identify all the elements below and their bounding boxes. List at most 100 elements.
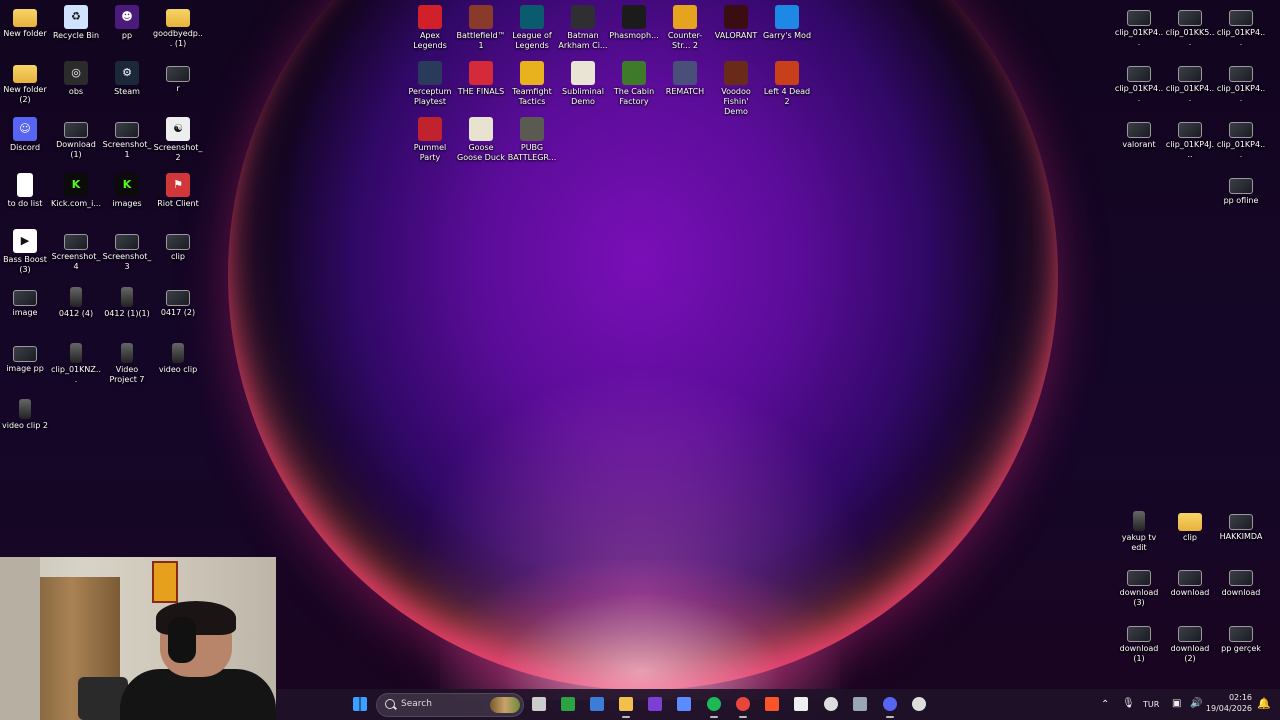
desktop-icon-game[interactable]: The Cabin Factory: [609, 58, 659, 112]
desktop-icon-right-bottom[interactable]: download: [1165, 562, 1215, 616]
taskbar-file-explorer[interactable]: [615, 693, 637, 718]
taskbar-discord[interactable]: [879, 693, 901, 718]
taskbar-clipchamp[interactable]: [644, 693, 666, 715]
desktop-icon-game[interactable]: Left 4 Dead 2: [762, 58, 812, 112]
taskbar-start-button[interactable]: [349, 693, 371, 715]
desktop-icon-game[interactable]: Pummel Party: [405, 114, 455, 168]
desktop-icon-game[interactable]: League of Legends: [507, 2, 557, 56]
desktop-icon-left[interactable]: Screenshot_4: [51, 226, 101, 280]
desktop-icon-left[interactable]: Video Project 7: [102, 338, 152, 392]
desktop-icon-right-bottom[interactable]: yakup tv edit: [1114, 506, 1164, 560]
desktop-icon-game[interactable]: Goose Goose Duck: [456, 114, 506, 168]
desktop-icon-label: pp gerçek: [1221, 644, 1261, 653]
desktop-icon-left[interactable]: video clip: [153, 338, 203, 392]
desktop-icon-left[interactable]: to do list: [0, 170, 50, 224]
desktop-icon-right[interactable]: clip_01KK5...: [1165, 2, 1215, 56]
taskbar-search-box[interactable]: Search: [376, 693, 524, 717]
desktop-icon-right-bottom[interactable]: download: [1216, 562, 1266, 616]
desktop-icon-game[interactable]: Teamfight Tactics: [507, 58, 557, 112]
desktop-icon-right[interactable]: clip_01KP4...: [1114, 58, 1164, 112]
taskbar-capcut[interactable]: [790, 693, 812, 715]
desktop-icon-game[interactable]: Apex Legends: [405, 2, 455, 56]
taskbar-obs[interactable]: [908, 693, 930, 715]
desktop-icon-game[interactable]: PUBG BATTLEGR...: [507, 114, 557, 168]
desktop-icon-left[interactable]: ⚑ Riot Client: [153, 170, 203, 224]
desktop-icon-right[interactable]: valorant: [1114, 114, 1164, 168]
image-icon: [166, 234, 190, 250]
taskbar-settings[interactable]: [849, 693, 871, 715]
desktop-icon-left[interactable]: goodbyedp... (1): [153, 2, 203, 56]
desktop-icon-game[interactable]: Counter-Str... 2: [660, 2, 710, 56]
obs-icon: [912, 697, 926, 711]
desktop-icon-left[interactable]: Kimages: [102, 170, 152, 224]
desktop-icon-game[interactable]: Subliminal Demo: [558, 58, 608, 112]
desktop-icon-game[interactable]: Phasmoph...: [609, 2, 659, 56]
desktop-icon-right[interactable]: clip_01KP4...: [1216, 2, 1266, 56]
desktop-icon-game[interactable]: REMATCH: [660, 58, 710, 112]
desktop-icon-left[interactable]: r: [153, 58, 203, 112]
microphone-icon[interactable]: 🎙: [1122, 698, 1135, 709]
desktop-icon-right[interactable]: clip_01KP4...: [1165, 58, 1215, 112]
desktop-icon-game[interactable]: Batman Arkham Ci...: [558, 2, 608, 56]
desktop-icon-game[interactable]: Perceptum Playtest: [405, 58, 455, 112]
desktop-icon-game[interactable]: THE FINALS: [456, 58, 506, 112]
language-indicator[interactable]: TUR: [1143, 700, 1159, 709]
desktop-icon-right-bottom[interactable]: clip: [1165, 506, 1215, 560]
volume-icon[interactable]: 🔊: [1190, 698, 1202, 709]
image-icon: [1229, 514, 1253, 530]
desktop-icon-right[interactable]: clip_01KP4J...: [1165, 114, 1215, 168]
desktop-icon-left[interactable]: ☯ Screenshot_2: [153, 114, 203, 168]
desktop-icon-game[interactable]: Battlefield™ 1: [456, 2, 506, 56]
search-highlight-image: [490, 697, 520, 713]
taskbar-xbox[interactable]: [557, 693, 579, 715]
desktop-icon-left[interactable]: image: [0, 282, 50, 336]
desktop-icon-label: Goose Goose Duck: [457, 143, 505, 162]
chevron-up-icon[interactable]: ⌃: [1101, 699, 1109, 710]
desktop-icon-left[interactable]: clip_01KNZ...: [51, 338, 101, 392]
desktop-icon-right[interactable]: pp ofline: [1216, 170, 1266, 224]
taskbar-copilot[interactable]: [673, 693, 695, 715]
desktop-icon-game[interactable]: VALORANT: [711, 2, 761, 56]
clock-time[interactable]: 02:16: [1208, 693, 1252, 702]
desktop-icon-left[interactable]: New folder: [0, 2, 50, 56]
desktop-icon-label: clip: [171, 252, 185, 261]
desktop-icon-left[interactable]: ▶ Bass Boost (3): [0, 226, 50, 280]
desktop-icon-right[interactable]: clip_01KP4...: [1216, 58, 1266, 112]
desktop-icon-left[interactable]: Screenshot_1: [102, 114, 152, 168]
desktop-icon-left[interactable]: image pp: [0, 338, 50, 392]
network-icon[interactable]: ▣: [1172, 698, 1181, 709]
desktop-icon-left[interactable]: ◎ obs: [51, 58, 101, 112]
desktop-icon-left[interactable]: 0417 (2): [153, 282, 203, 336]
desktop-icon-left[interactable]: K Kick.com_i...: [51, 170, 101, 224]
taskbar-spotify[interactable]: [703, 693, 725, 718]
desktop-icon-left[interactable]: ☻ pp: [102, 2, 152, 56]
clock-date[interactable]: 19/04/2026: [1202, 704, 1252, 713]
taskbar-chatgpt[interactable]: [820, 693, 842, 715]
desktop-icon-right-bottom[interactable]: download (2): [1165, 618, 1215, 672]
desktop-icon-right-bottom[interactable]: pp gerçek: [1216, 618, 1266, 672]
taskbar-task-view[interactable]: [528, 693, 550, 715]
desktop-icon-game[interactable]: Voodoo Fishin' Demo: [711, 58, 761, 116]
desktop-icon-left[interactable]: ⚙ Steam: [102, 58, 152, 112]
desktop-icon-game[interactable]: Garry's Mod: [762, 2, 812, 56]
desktop-icon-left[interactable]: ☺ Discord: [0, 114, 50, 168]
desktop-icon-left[interactable]: Screenshot_3: [102, 226, 152, 280]
desktop-icon-left[interactable]: ♻ Recycle Bin: [51, 2, 101, 56]
taskbar-chrome[interactable]: [732, 693, 754, 718]
taskbar-microsoft-store[interactable]: [586, 693, 608, 715]
desktop-icon-right-bottom[interactable]: download (3): [1114, 562, 1164, 616]
desktop-icon-right[interactable]: clip_01KP4...: [1114, 2, 1164, 56]
desktop-icon-left[interactable]: New folder (2): [0, 58, 50, 112]
desktop-icon-right-bottom[interactable]: HAKKIMDA: [1216, 506, 1266, 560]
desktop-icon-right[interactable]: clip_01KP4...: [1216, 114, 1266, 168]
desktop-icon-left[interactable]: clip: [153, 226, 203, 280]
desktop-icon-left[interactable]: Download (1): [51, 114, 101, 168]
taskbar-brave[interactable]: [761, 693, 783, 715]
desktop-icon-right-bottom[interactable]: download (1): [1114, 618, 1164, 672]
desktop-icon-left[interactable]: 0412 (4): [51, 282, 101, 336]
desktop-icon-label: Riot Client: [157, 199, 199, 208]
search-label: Search: [401, 699, 432, 709]
notification-icon[interactable]: 🔔: [1257, 697, 1271, 710]
desktop-icon-left[interactable]: 0412 (1)(1): [102, 282, 152, 336]
desktop-icon-left[interactable]: video clip 2: [0, 394, 50, 448]
